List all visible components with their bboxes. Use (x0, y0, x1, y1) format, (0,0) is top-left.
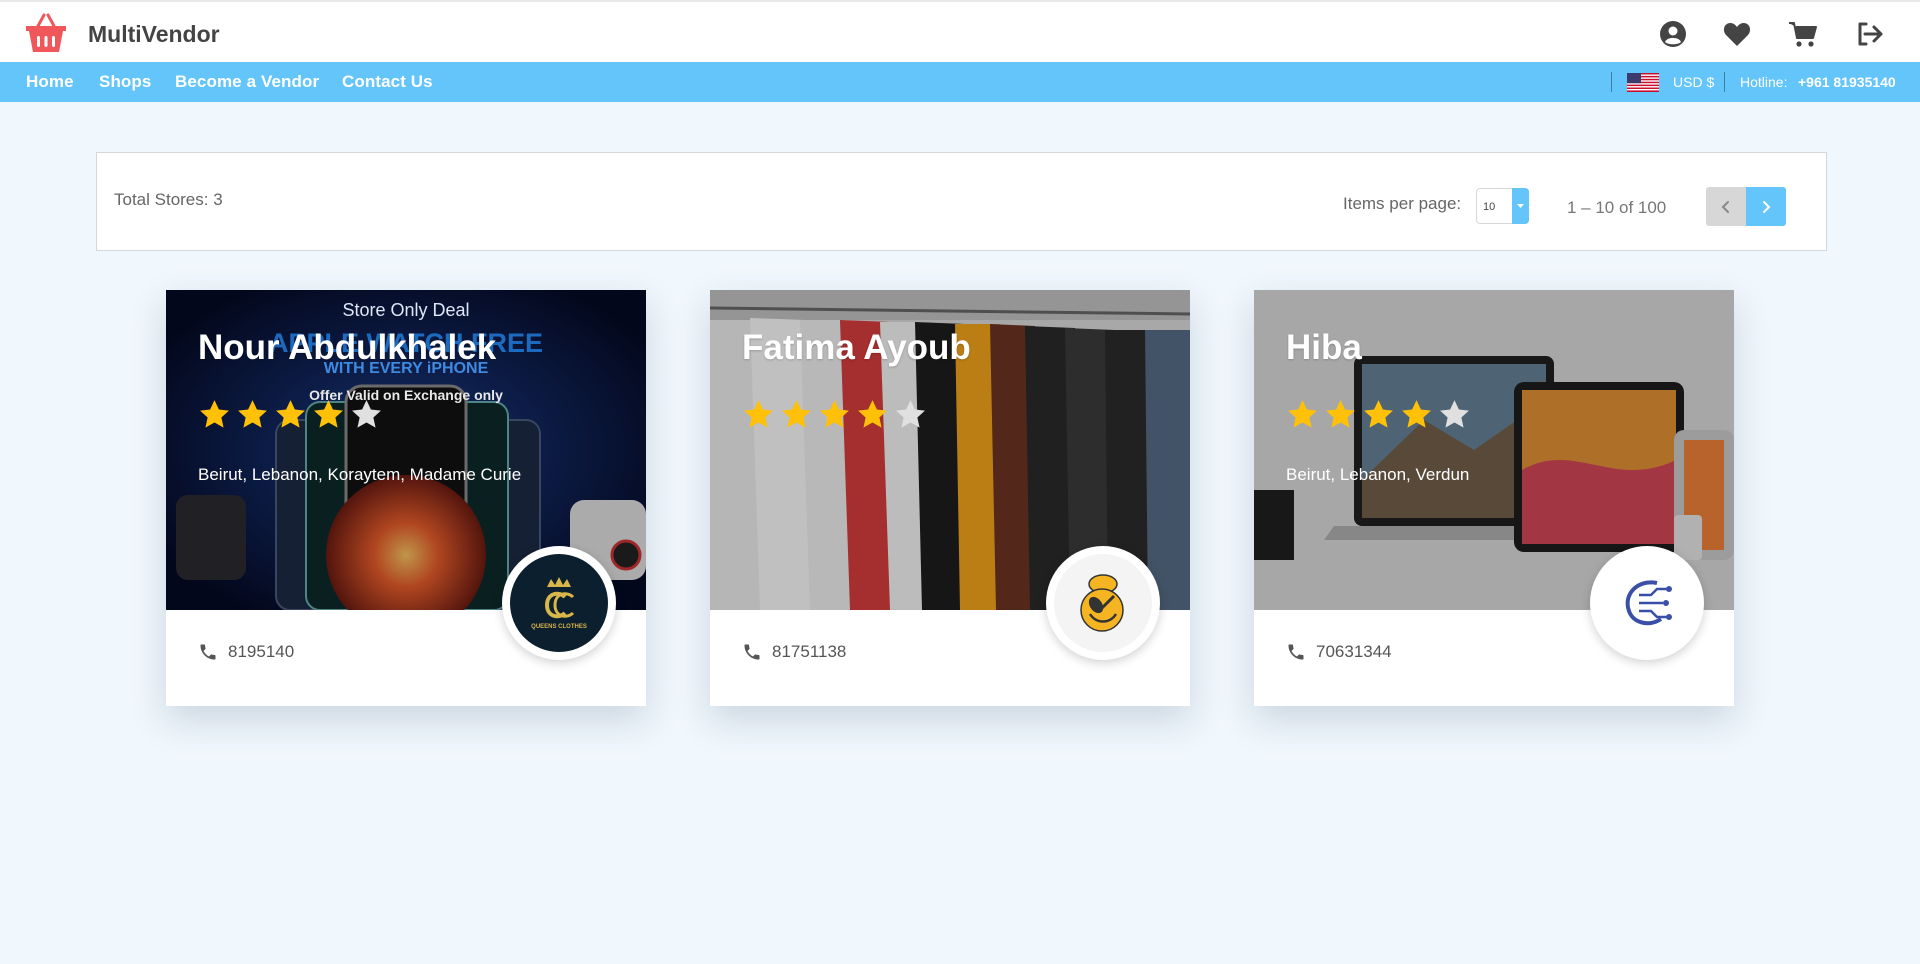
pagination-range: 1 – 10 of 100 (1567, 198, 1667, 217)
star-filled-icon (1288, 400, 1317, 428)
top-header: MultiVendor (0, 0, 1920, 62)
items-per-page-select[interactable]: 10 (1476, 188, 1529, 224)
star-filled-icon (782, 400, 811, 428)
stores-toolbar: Total Stores: 3 Items per page: 10 1 – 1… (96, 152, 1827, 251)
store-name[interactable]: Hiba (1286, 328, 1362, 368)
previous-page-button[interactable] (1706, 187, 1746, 226)
chevron-down-icon[interactable] (1512, 188, 1529, 224)
main-navbar: Home Shops Become a Vendor Contact Us US… (0, 62, 1920, 102)
star-rating (1286, 398, 1471, 431)
items-per-page-label: Items per page: (1343, 194, 1462, 213)
nav-home[interactable]: Home (26, 72, 74, 92)
star-filled-icon (1402, 400, 1431, 428)
total-stores: Total Stores: 3 (114, 190, 223, 209)
nav-divider (1611, 72, 1612, 92)
chef-face-icon (1080, 574, 1124, 632)
queens-clothes-logo: QUEENS CLOTHES (510, 554, 608, 652)
phone-icon (1288, 644, 1304, 660)
basket-logo-icon[interactable] (24, 12, 68, 54)
store-phone-number: 81751138 (772, 642, 847, 661)
cart-icon[interactable] (1788, 19, 1818, 49)
star-filled-icon (200, 400, 229, 428)
hotline-label: Hotline: (1740, 74, 1788, 90)
store-name[interactable]: Fatima Ayoub (742, 328, 971, 368)
star-empty-icon (352, 400, 381, 428)
star-filled-icon (276, 400, 305, 428)
star-filled-icon (820, 400, 849, 428)
store-logo-avatar[interactable] (1046, 546, 1160, 660)
star-rating (198, 398, 383, 431)
logo-text: QUEENS CLOTHES (531, 624, 587, 630)
logout-icon[interactable] (1855, 19, 1885, 49)
hotline-number[interactable]: +961 81935140 (1798, 62, 1896, 102)
chevron-right-icon (1763, 200, 1771, 213)
star-filled-icon (858, 400, 887, 428)
heart-icon[interactable] (1722, 19, 1752, 49)
store-phone: 81751138 (742, 642, 846, 662)
nav-divider (1724, 72, 1725, 92)
brand-name[interactable]: MultiVendor (88, 21, 220, 48)
store-phone-number: 70631344 (1316, 642, 1392, 661)
star-empty-icon (1440, 400, 1469, 428)
us-flag-icon[interactable] (1627, 73, 1659, 92)
phone-icon (200, 644, 216, 660)
store-phone: 8195140 (198, 642, 294, 662)
store-address: Beirut, Lebanon, Koraytem, Madame Curie (198, 465, 522, 484)
star-filled-icon (1364, 400, 1393, 428)
store-address: Beirut, Lebanon, Verdun (1286, 465, 1470, 484)
store-logo-avatar[interactable] (1590, 546, 1704, 660)
store-logo-avatar[interactable]: QUEENS CLOTHES (502, 546, 616, 660)
store-phone-number: 8195140 (228, 642, 295, 661)
star-filled-icon (1326, 400, 1355, 428)
store-card[interactable]: Hiba Beirut, Lebanon, Verdun 70631344 (1254, 290, 1734, 706)
store-card[interactable]: Fatima Ayoub 81751138 (710, 290, 1190, 706)
star-filled-icon (744, 400, 773, 428)
nav-contact-us[interactable]: Contact Us (342, 72, 433, 92)
store-name[interactable]: Nour Abdulkhalek (198, 328, 496, 368)
next-page-button[interactable] (1746, 187, 1786, 226)
chevron-left-icon (1721, 200, 1729, 213)
chef-logo (1054, 554, 1152, 652)
nav-shops[interactable]: Shops (99, 72, 151, 92)
star-rating (742, 398, 927, 431)
circuit-logo (1598, 554, 1696, 652)
store-card[interactable]: Store Only Deal APPLE WATCH FREE WITH EV… (166, 290, 646, 706)
circuit-brain-icon (1625, 580, 1672, 626)
banner-text: Store Only Deal (342, 300, 470, 320)
star-filled-icon (238, 400, 267, 428)
nav-become-vendor[interactable]: Become a Vendor (175, 72, 319, 92)
currency-selector[interactable]: USD $ (1673, 62, 1714, 102)
store-phone: 70631344 (1286, 642, 1392, 662)
items-per-page-value: 10 (1483, 201, 1496, 213)
phone-icon (744, 644, 760, 660)
user-circle-icon[interactable] (1658, 19, 1688, 49)
star-empty-icon (896, 400, 925, 428)
star-filled-icon (314, 400, 343, 428)
